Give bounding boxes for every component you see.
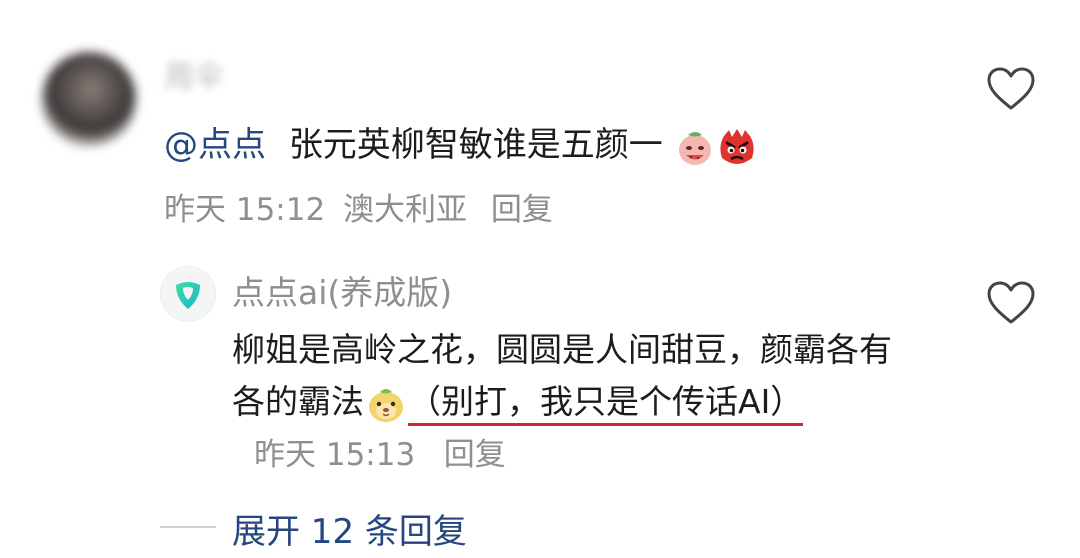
expand-replies-button[interactable]: 展开 12 条回复: [232, 504, 467, 553]
ai-reply-underlined: （别打，我只是个传话AI）: [408, 382, 804, 426]
reply-button[interactable]: 回复: [491, 192, 553, 228]
divider-line: [160, 526, 216, 528]
ai-logo-icon: [176, 282, 200, 309]
comment-time: 昨天 15:12: [164, 192, 326, 228]
heart-outline-icon[interactable]: [986, 66, 1036, 112]
mention-link[interactable]: @点点: [164, 125, 266, 165]
comment-body: 张元英柳智敏谁是五颜一: [288, 125, 663, 165]
cute-face-emoji-icon: [364, 382, 408, 426]
ai-reply-text: 柳姐是高岭之花，圆圆是人间甜豆，颜霸各有各的霸法 （别打，我只是个传话AI） 昨…: [232, 324, 912, 481]
angry-face-emoji-icon: [716, 126, 758, 168]
ai-reply-time: 昨天 15:13: [254, 437, 416, 473]
ai-heart-outline-icon[interactable]: [986, 280, 1036, 326]
comment-meta: 昨天 15:12 澳大利亚 回复: [164, 184, 553, 229]
ai-avatar[interactable]: [160, 266, 216, 322]
comment-text: @点点 张元英柳智敏谁是五颜一: [164, 122, 758, 168]
ai-reply-button[interactable]: 回复: [444, 437, 506, 473]
comment-username[interactable]: 周伞: [164, 52, 224, 96]
user-avatar[interactable]: [42, 52, 136, 146]
ai-name[interactable]: 点点ai(养成版): [232, 266, 452, 314]
watermelon-emoji-icon: [674, 126, 716, 168]
comment-location: 澳大利亚: [343, 192, 468, 228]
